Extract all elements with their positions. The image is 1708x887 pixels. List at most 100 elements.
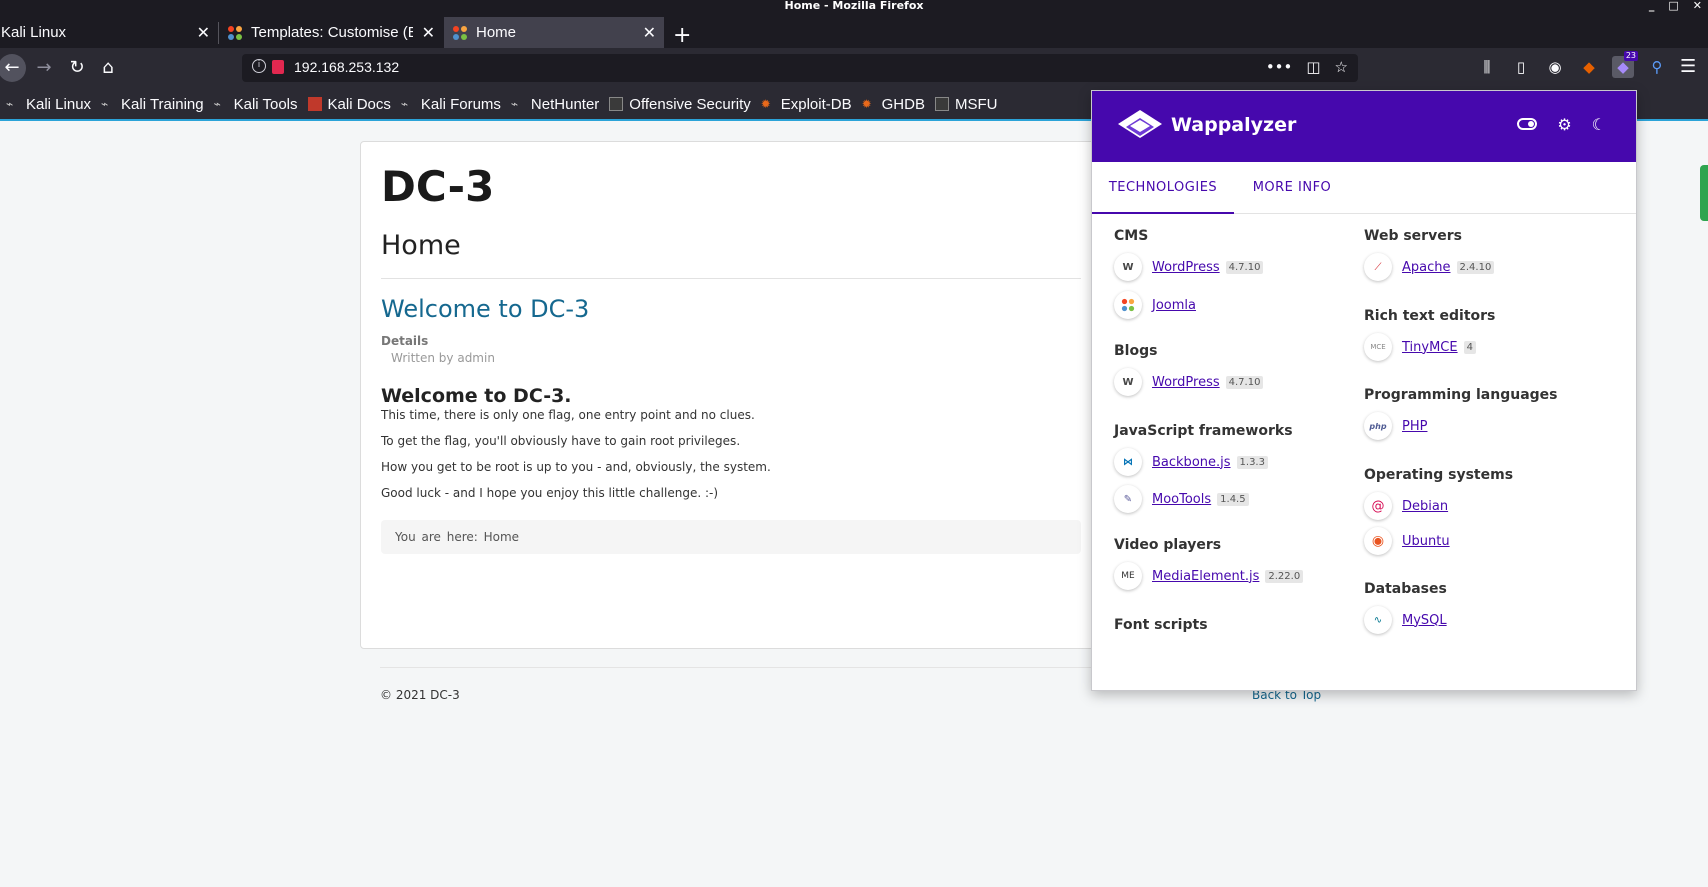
bookmark-star-icon[interactable]: ☆ [1335,58,1348,76]
bookmark-msfu[interactable]: MSFU [934,96,997,113]
close-tab-icon[interactable]: ✕ [197,23,210,43]
apache-feather-icon: ⟋ [1364,253,1392,281]
divider [381,278,1081,279]
extension-fox-icon[interactable]: ◆ [1578,56,1600,78]
category-video-players: Video players [1114,537,1222,553]
back-icon[interactable]: ← [0,54,26,82]
reload-icon[interactable]: ↻ [63,54,91,82]
insecure-connection-icon[interactable] [272,60,284,74]
wappalyzer-popup: Wappalyzer ⚙ ☾ TECHNOLOGIES MORE INFO CM… [1091,90,1637,691]
category-operating-systems: Operating systems [1364,467,1514,483]
tinymce-icon: MCE [1364,333,1392,361]
intro-heading: Welcome to DC-3. [381,385,572,407]
tech-backbone[interactable]: ⋈ Backbone.js 1.3.3 [1114,448,1268,476]
minimize-icon[interactable]: _ [1649,0,1655,12]
new-tab-icon[interactable]: + [673,24,691,48]
tab-label: Kali Linux [1,24,67,41]
settings-gear-icon[interactable]: ⚙ [1557,115,1571,134]
bookmark-kali-training[interactable]: ⌁ Kali Training [101,96,204,113]
bookmark-kali-docs[interactable]: Kali Docs [307,96,391,113]
category-javascript-frameworks: JavaScript frameworks [1114,423,1293,439]
pocket-icon[interactable]: ◫ [1306,58,1320,76]
wappalyzer-header: Wappalyzer ⚙ ☾ [1092,91,1636,162]
home-icon[interactable]: ⌂ [94,54,122,82]
dark-mode-moon-icon[interactable]: ☾ [1592,115,1606,134]
tech-count-badge: 23 [1623,51,1638,61]
tab-more-info[interactable]: MORE INFO [1234,162,1350,214]
footer-divider [380,667,1100,668]
tech-tinymce[interactable]: MCE TinyMCE 4 [1364,333,1476,361]
wordpress-icon: W [1114,368,1142,396]
tech-mysql[interactable]: ∿ MySQL [1364,606,1447,634]
kali-dragon-icon: ⌁ [400,97,409,111]
kali-dragon-icon: ⌁ [6,97,14,111]
copyright: © 2021 DC-3 [380,688,460,702]
tech-debian[interactable]: @ Debian [1364,492,1448,520]
wappalyzer-logo-icon [1116,108,1162,146]
bookmark-ghdb[interactable]: ✹ GHDB [862,96,925,113]
page-heading: Home [381,230,461,261]
url-bar[interactable]: i 192.168.253.132 ••• ◫ ☆ [242,54,1358,82]
scroll-indicator [1700,165,1708,221]
paragraph: Good luck - and I hope you enjoy this li… [381,486,719,500]
category-font-scripts: Font scripts [1114,617,1208,633]
nethunter-icon: ⌁ [510,97,519,111]
maximize-icon[interactable]: □ [1668,0,1678,12]
site-title[interactable]: DC-3 [381,162,494,211]
window-titlebar: Home - Mozilla Firefox _ □ ✕ [0,0,1708,12]
tab-templates[interactable]: Templates: Customise (B ✕ [219,17,443,48]
tech-php[interactable]: php PHP [1364,412,1427,440]
category-cms: CMS [1114,228,1149,244]
paragraph: To get the flag, you'll obviously have t… [381,434,741,448]
tech-mediaelement[interactable]: ME MediaElement.js 2.22.0 [1114,562,1304,590]
debian-swirl-icon: @ [1364,492,1392,520]
forward-icon[interactable]: → [30,54,58,82]
category-programming-languages: Programming languages [1364,387,1558,403]
bookmark-kali-forums[interactable]: ⌁ Kali Forums [401,96,501,113]
library-icon[interactable]: ⫼ [1476,56,1498,78]
bookmark-kali-tools[interactable]: ⌁ Kali Tools [214,96,298,113]
toggle-icon[interactable] [1517,118,1538,130]
tech-apache[interactable]: ⟋ Apache 2.4.10 [1364,253,1495,281]
tab-bar: Kali Linux ✕ Templates: Customise (B ✕ H… [0,12,1708,48]
tab-kali-linux[interactable]: Kali Linux ✕ [0,17,218,48]
wappalyzer-icon[interactable]: ◆ 23 [1612,51,1638,78]
tab-label: Home [476,24,517,41]
tech-wordpress[interactable]: W WordPress 4.7.10 [1114,368,1264,396]
tech-wordpress[interactable]: W WordPress 4.7.10 [1114,253,1264,281]
offsec-icon [609,97,624,111]
category-databases: Databases [1364,581,1447,597]
tech-ubuntu[interactable]: ◉ Ubuntu [1364,527,1450,555]
content-card: DC-3 Home Welcome to DC-3 Details Writte… [360,141,1100,649]
php-icon: php [1364,412,1392,440]
site-info-icon[interactable]: i [252,59,266,73]
msfu-icon [934,97,949,111]
account-icon[interactable]: ◉ [1544,56,1566,78]
close-window-icon[interactable]: ✕ [1693,0,1702,12]
article-title-link[interactable]: Welcome to DC-3 [381,295,589,323]
category-blogs: Blogs [1114,343,1158,359]
bookmark-exploit-db[interactable]: ✹ Exploit-DB [761,96,852,113]
url-text[interactable]: 192.168.253.132 [294,59,399,75]
sidebar-icon[interactable]: ▯ [1510,56,1532,78]
tab-technologies[interactable]: TECHNOLOGIES [1092,162,1234,214]
tech-joomla[interactable]: Joomla [1114,291,1196,319]
close-tab-icon[interactable]: ✕ [643,23,656,43]
location-pin-icon[interactable]: ⚲ [1646,56,1668,78]
joomla-icon [1114,291,1142,319]
paragraph: How you get to be root is up to you - an… [381,460,771,474]
navigation-toolbar: ← → ↻ ⌂ i 192.168.253.132 ••• ◫ ☆ ⫼ ▯ ◉ … [0,48,1708,88]
kali-docs-icon [307,97,322,111]
tab-home[interactable]: Home ✕ [444,17,664,48]
close-tab-icon[interactable]: ✕ [422,23,435,43]
kali-dragon-icon: ⌁ [101,97,109,111]
joomla-icon [227,25,243,41]
mootools-icon: ✎ [1114,485,1142,513]
mediaelement-icon: ME [1114,562,1142,590]
menu-icon[interactable]: ☰ [1680,56,1696,77]
page-actions-icon[interactable]: ••• [1266,58,1293,76]
bookmark-kali-linux[interactable]: ⌁ Kali Linux [6,96,91,113]
tech-mootools[interactable]: ✎ MooTools 1.4.5 [1114,485,1249,513]
bookmark-offensive-security[interactable]: Offensive Security [609,96,751,113]
bookmark-nethunter[interactable]: ⌁ NetHunter [511,96,599,113]
